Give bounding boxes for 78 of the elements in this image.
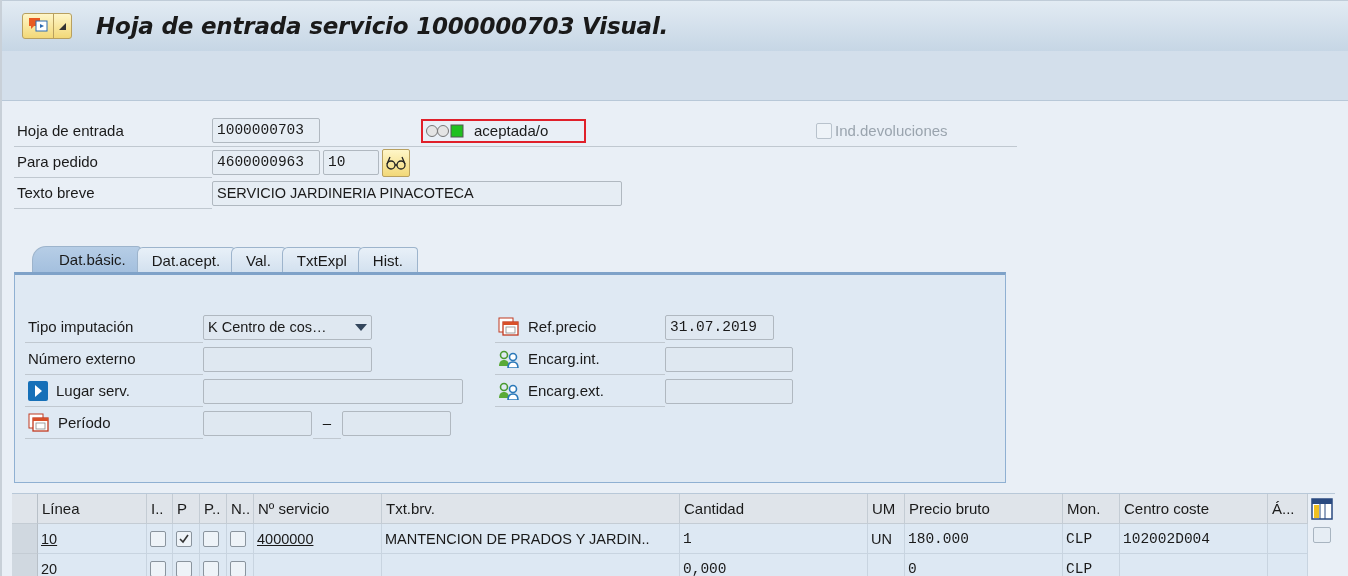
table-cell [1268, 554, 1308, 576]
corner-arrow-icon[interactable] [59, 22, 66, 30]
tab[interactable]: Hist. [357, 247, 418, 272]
checkbox[interactable] [230, 560, 246, 576]
window-title: Hoja de entrada servicio 1000000703 Visual. [96, 13, 669, 39]
field-label: Encarg.ext. [528, 381, 604, 401]
tab[interactable]: Val. [231, 247, 286, 272]
column-header[interactable]: P [173, 494, 200, 524]
table-link[interactable]: 4000000 [257, 530, 314, 547]
calendar-icon [498, 317, 520, 337]
display-field: 1000000703 [212, 118, 320, 143]
table-cell: 102002D004 [1120, 524, 1268, 554]
checkbox[interactable] [176, 530, 192, 547]
checkbox[interactable] [150, 560, 166, 576]
dropdown-caret-icon[interactable] [355, 323, 367, 332]
glasses-button[interactable] [382, 148, 410, 177]
column-header[interactable]: Línea [38, 494, 147, 524]
table-cell: 0 [905, 554, 1063, 576]
table-cell: CLP [1063, 554, 1120, 576]
input-field[interactable] [203, 411, 312, 436]
column-header[interactable]: Nº servicio [254, 494, 382, 524]
field-label: Tipo imputación [28, 317, 134, 337]
checkbox[interactable] [203, 530, 219, 547]
input-field[interactable] [665, 347, 793, 372]
column-header[interactable]: Á... [1268, 494, 1308, 524]
range-separator: – [313, 408, 341, 439]
field-label: Texto breve [14, 178, 212, 209]
field-label: Encarg.int. [528, 349, 600, 369]
field-label: Ref.precio [528, 317, 597, 337]
column-header[interactable]: Cantidad [680, 494, 868, 524]
table-cell: 0,000 [680, 554, 868, 576]
input-field[interactable]: 31.07.2019 [665, 315, 774, 340]
checkbox[interactable] [230, 530, 246, 547]
glasses-icon[interactable] [386, 154, 406, 171]
column-header[interactable]: I.. [147, 494, 173, 524]
display-field: 4600000963 [212, 150, 320, 175]
display-field: SERVICIO JARDINERIA PINACOTECA [212, 181, 622, 206]
column-header[interactable]: UM [868, 494, 905, 524]
table-settings-icon[interactable] [1310, 498, 1333, 520]
field-label: Hoja de entrada [16, 120, 125, 141]
column-header[interactable]: P.. [200, 494, 227, 524]
people-icon [498, 382, 520, 400]
table-corner [12, 494, 38, 524]
menu-button[interactable] [22, 13, 72, 39]
table-link[interactable]: 10 [41, 530, 58, 547]
screen-menu-icon[interactable] [28, 17, 48, 35]
input-field[interactable] [342, 411, 451, 436]
field-label: Número externo [28, 349, 136, 369]
table-cell [1268, 524, 1308, 554]
checkbox-label: Ind.devoluciones [835, 122, 948, 139]
display-field: 10 [323, 150, 379, 175]
dropdown-field[interactable]: K Centro de cos… [203, 315, 372, 340]
calendar-icon [28, 413, 50, 433]
input-field[interactable] [203, 347, 372, 372]
input-field[interactable] [665, 379, 793, 404]
table-cell: 180.000 [905, 524, 1063, 554]
field-label: Lugar serv. [56, 381, 130, 401]
column-header[interactable]: Mon. [1063, 494, 1120, 524]
tab[interactable]: TxtExpl [281, 247, 362, 272]
people-icon [498, 350, 520, 368]
checkbox[interactable] [176, 560, 192, 576]
table-cell: 20 [38, 554, 147, 576]
table-cell: CLP [1063, 524, 1120, 554]
checkbox[interactable] [150, 530, 166, 547]
status-text: aceptada/o [474, 122, 549, 139]
scroll-button[interactable] [1312, 527, 1331, 543]
table-cell: 1 [680, 524, 868, 554]
column-header[interactable]: Precio bruto [905, 494, 1063, 524]
field-label: Para pedido [14, 147, 212, 178]
table-cell: UN [868, 524, 905, 554]
column-header[interactable]: N.. [227, 494, 254, 524]
tab[interactable]: Dat.básic. [32, 246, 141, 272]
input-field[interactable] [203, 379, 463, 404]
field-label: Período [58, 413, 111, 433]
column-header[interactable]: Centro coste [1120, 494, 1268, 524]
checkbox[interactable] [203, 560, 219, 576]
table-cell: MANTENCION DE PRADOS Y JARDIN.. [382, 524, 680, 554]
column-header[interactable]: Txt.brv. [382, 494, 680, 524]
